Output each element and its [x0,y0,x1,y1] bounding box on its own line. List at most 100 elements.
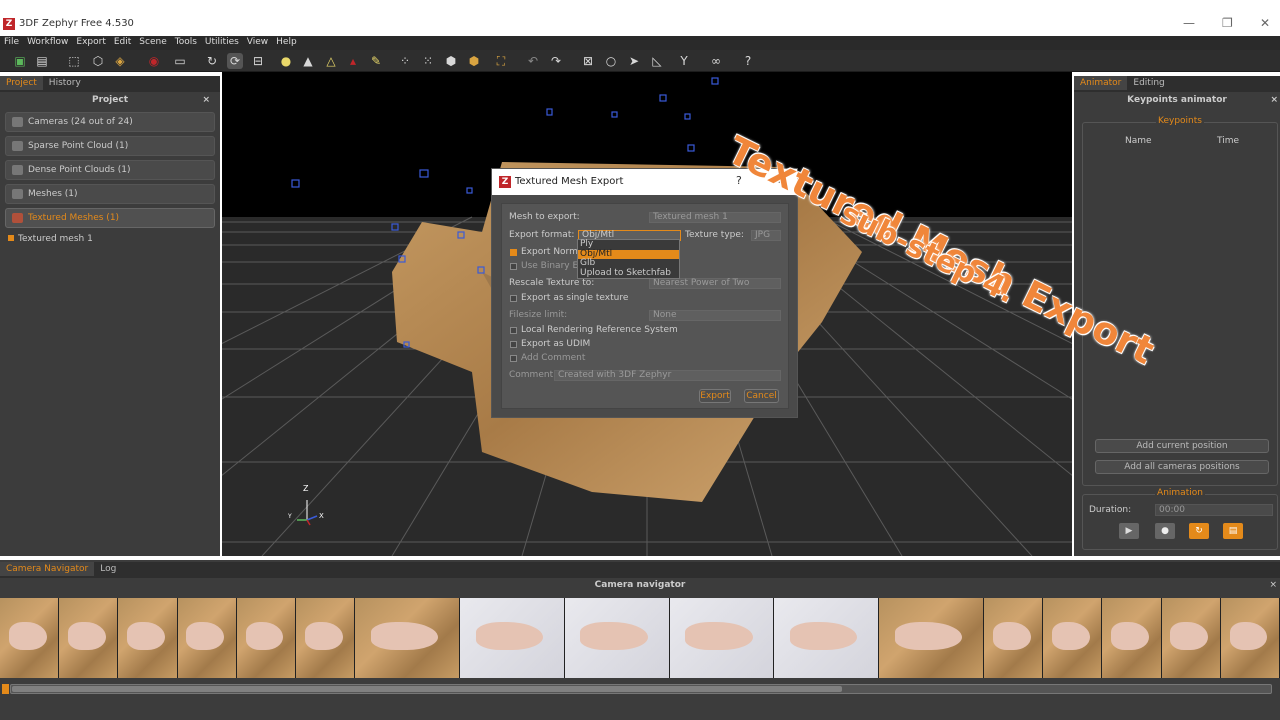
tab-log[interactable]: Log [94,562,122,576]
rescale-texture-select[interactable]: Nearest Power of Two [649,278,781,289]
project-item-textured-meshes[interactable]: Textured Meshes (1) [5,208,215,228]
single-texture-checkbox[interactable] [510,295,517,302]
cube-icon[interactable]: ⬡ [90,53,106,69]
direction-icon[interactable]: ➤ [626,53,642,69]
use-binary-checkbox[interactable] [510,263,517,270]
add-current-position-button[interactable]: Add current position [1095,439,1269,453]
save-animation-button[interactable]: ▤ [1223,523,1243,539]
project-item-dense-cloud[interactable]: Dense Point Clouds (1) [5,160,215,180]
comment-input[interactable]: Created with 3DF Zephyr [554,370,781,381]
cancel-button[interactable]: Cancel [744,389,779,403]
format-option-sketchfab[interactable]: Upload to Sketchfab [578,268,679,279]
menu-workflow[interactable]: Workflow [23,36,72,48]
camera-thumbnail[interactable] [177,598,237,678]
bottom-tabs: Camera Navigator Log [0,562,1280,578]
camera-thumbnail[interactable] [0,598,60,678]
tab-editing[interactable]: Editing [1127,76,1170,90]
filesize-limit-select[interactable]: None [649,310,781,321]
camera-thumbnail[interactable] [460,598,565,678]
marker-icon[interactable]: ▴ [345,53,361,69]
add-comment-checkbox[interactable] [510,355,517,362]
camera-thumbnail[interactable] [296,598,356,678]
camera-thumbnail[interactable] [879,598,984,678]
camera-thumbnail[interactable] [774,598,880,678]
save-icon[interactable]: ▤ [34,53,50,69]
visibility-checkbox[interactable] [8,235,14,241]
menu-help[interactable]: Help [272,36,301,48]
orbit-icon[interactable]: ↻ [204,53,220,69]
new-project-icon[interactable]: ▣ [12,53,28,69]
camera-thumbnail[interactable] [1102,598,1162,678]
mesh-view-icon[interactable]: ⬢ [443,53,459,69]
lasso-icon[interactable]: ⊠ [580,53,596,69]
project-panel-close-icon[interactable]: × [202,92,210,108]
menu-utilities[interactable]: Utilities [201,36,243,48]
export-normals-checkbox[interactable] [510,249,517,256]
brush-icon[interactable]: ✎ [368,53,384,69]
camera-thumbnail[interactable] [669,598,775,678]
camera-thumbnail[interactable] [1220,598,1280,678]
local-reference-checkbox[interactable] [510,327,517,334]
camera-thumbnail[interactable] [984,598,1044,678]
redo-icon[interactable]: ↷ [548,53,564,69]
project-item-sparse-cloud[interactable]: Sparse Point Cloud (1) [5,136,215,156]
menu-edit[interactable]: Edit [110,36,135,48]
camera-thumbnail[interactable] [1161,598,1221,678]
help-icon[interactable]: ? [740,53,756,69]
pan-icon[interactable]: ⊟ [250,53,266,69]
tools-icon[interactable]: Y [676,53,692,69]
tree-item-textured-mesh-1[interactable]: Textured mesh 1 [8,234,212,244]
points-icon[interactable]: ⁘ [397,53,413,69]
stereo-icon[interactable]: ∞ [708,53,724,69]
triangle-icon[interactable]: ▲ [300,53,316,69]
grid-points-icon[interactable]: ⁙ [420,53,436,69]
camera-thumbnail[interactable] [355,598,461,678]
record-button[interactable]: ● [1155,523,1175,539]
record-icon[interactable]: ◉ [146,53,162,69]
menu-view[interactable]: View [243,36,272,48]
measure-icon[interactable]: ◺ [649,53,665,69]
texture-type-select[interactable]: JPG [751,230,781,241]
fit-view-icon[interactable]: ⛶ [493,53,509,69]
loop-button[interactable]: ↻ [1189,523,1209,539]
project-item-cameras[interactable]: Cameras (24 out of 24) [5,112,215,132]
camera-scrollbar[interactable] [10,684,1272,694]
tab-history[interactable]: History [43,76,87,90]
axis-y-label: Y [288,513,292,520]
close-window-button[interactable]: ✕ [1260,16,1270,30]
minimize-button[interactable]: — [1183,16,1195,30]
export-udim-checkbox[interactable] [510,341,517,348]
camera-thumbnail[interactable] [236,598,297,678]
tab-camera-navigator[interactable]: Camera Navigator [0,562,95,576]
maximize-button[interactable]: ❐ [1222,16,1233,30]
tab-project[interactable]: Project [0,76,43,90]
camera-thumbnail[interactable] [1043,598,1103,678]
menu-tools[interactable]: Tools [171,36,201,48]
menu-file[interactable]: File [0,36,23,48]
menu-export[interactable]: Export [72,36,109,48]
texture-view-icon[interactable]: ⬢ [466,53,482,69]
warning-icon[interactable]: △ [323,53,339,69]
light-icon[interactable]: ● [278,53,294,69]
camera-thumbnail[interactable] [564,598,670,678]
camera-navigator-close-icon[interactable]: × [1269,580,1277,590]
circle-select-icon[interactable]: ○ [603,53,619,69]
mesh-to-export-select[interactable]: Textured mesh 1 [649,212,781,223]
animator-panel-close-icon[interactable]: × [1270,92,1278,108]
camera-thumbnail[interactable] [59,598,119,678]
tab-animator[interactable]: Animator [1074,76,1128,90]
camera-thumbnail[interactable] [118,598,178,678]
menu-scene[interactable]: Scene [135,36,170,48]
rotate-icon[interactable]: ⟳ [227,53,243,69]
scroll-left-button[interactable] [2,684,9,694]
box-icon[interactable]: ◈ [112,53,128,69]
add-all-cameras-positions-button[interactable]: Add all cameras positions [1095,460,1269,474]
camera-icon[interactable]: ▭ [172,53,188,69]
scrollbar-thumb[interactable] [12,686,842,692]
select-icon[interactable]: ⬚ [66,53,82,69]
play-button[interactable]: ▶ [1119,523,1139,539]
project-item-meshes[interactable]: Meshes (1) [5,184,215,204]
export-button[interactable]: Export [699,389,731,403]
duration-input[interactable]: 00:00 [1155,504,1273,516]
undo-icon[interactable]: ↶ [525,53,541,69]
